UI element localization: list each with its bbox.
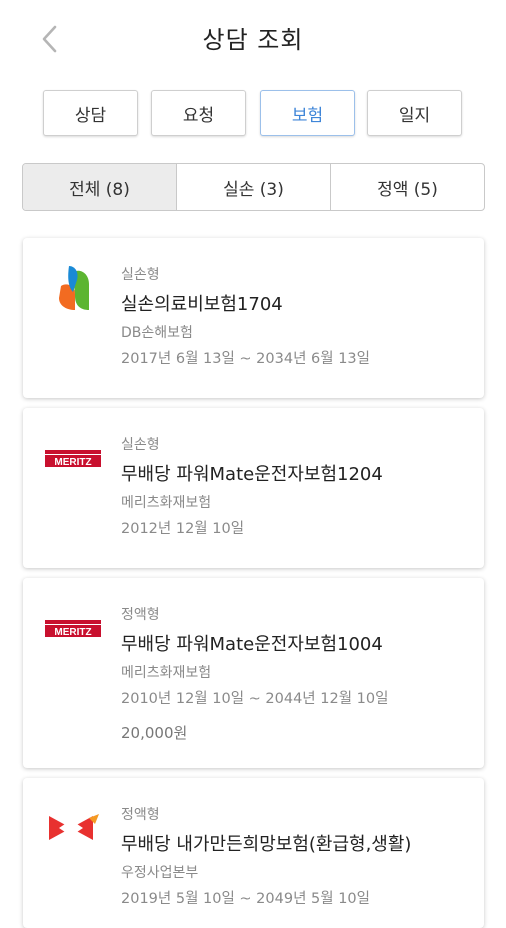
- tab-consultation[interactable]: 상담: [43, 90, 138, 136]
- policy-company: 메리츠화재보험: [121, 495, 212, 511]
- policy-name: 무배당 파워Mate운전자보험1204: [121, 464, 383, 485]
- policy-card[interactable]: MERITZ 실손형 무배당 파워Mate운전자보험1204 메리츠화재보험 2…: [23, 408, 484, 568]
- policy-type: 실손형: [121, 437, 160, 453]
- policy-period: 2010년 12월 10일 ~ 2044년 12월 10일: [121, 691, 389, 707]
- policy-company: DB손해보험: [121, 325, 193, 341]
- filter-fixed[interactable]: 정액 (5): [331, 164, 484, 210]
- meritz-logo: MERITZ: [45, 430, 101, 486]
- policy-period: 2012년 12월 10일: [121, 521, 245, 537]
- policy-name: 무배당 내가만든희망보험(환급형,생활): [121, 834, 412, 855]
- filter-all[interactable]: 전체 (8): [23, 164, 177, 210]
- policy-period: 2017년 6월 13일 ~ 2034년 6월 13일: [121, 351, 370, 367]
- policy-type: 정액형: [121, 807, 160, 823]
- category-tabs: 상담 요청 보험 일지: [43, 90, 464, 138]
- korea-post-logo: [45, 800, 101, 856]
- header: 상담 조회: [0, 0, 506, 76]
- policy-company: 우정사업본부: [121, 865, 199, 881]
- policy-type: 실손형: [121, 267, 160, 283]
- filter-segment: 전체 (8) 실손 (3) 정액 (5): [22, 163, 485, 211]
- policy-type: 정액형: [121, 607, 160, 623]
- policy-amount: 20,000원: [121, 724, 188, 742]
- tab-insurance[interactable]: 보험: [260, 90, 355, 136]
- tab-journal[interactable]: 일지: [367, 90, 462, 136]
- policy-period: 2019년 5월 10일 ~ 2049년 5월 10일: [121, 891, 370, 907]
- policy-card[interactable]: 정액형 무배당 내가만든희망보험(환급형,생활) 우정사업본부 2019년 5월…: [23, 778, 484, 928]
- svg-text:MERITZ: MERITZ: [54, 457, 91, 468]
- policy-card[interactable]: 실손형 실손의료비보험1704 DB손해보험 2017년 6월 13일 ~ 20…: [23, 238, 484, 398]
- svg-text:MERITZ: MERITZ: [54, 627, 91, 638]
- meritz-logo: MERITZ: [45, 600, 101, 656]
- db-insurance-logo: [45, 260, 101, 316]
- policy-company: 메리츠화재보험: [121, 665, 212, 681]
- filter-indemnity[interactable]: 실손 (3): [177, 164, 331, 210]
- policy-card[interactable]: MERITZ 정액형 무배당 파워Mate운전자보험1004 메리츠화재보험 2…: [23, 578, 484, 768]
- tab-request[interactable]: 요청: [151, 90, 246, 136]
- page-title: 상담 조회: [202, 26, 304, 54]
- policy-name: 무배당 파워Mate운전자보험1004: [121, 634, 383, 655]
- policy-name: 실손의료비보험1704: [121, 294, 283, 315]
